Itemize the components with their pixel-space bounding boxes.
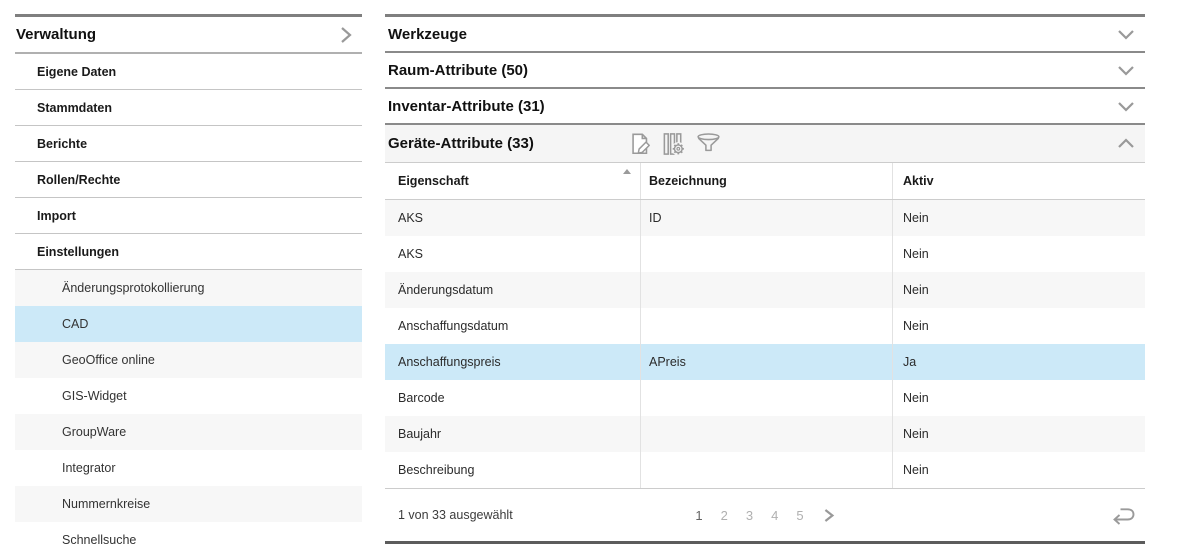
page-button-1[interactable]: 1 <box>695 508 702 523</box>
sidebar-nav: Eigene Daten Stammdaten Berichte Rollen/… <box>15 54 362 270</box>
cell-bezeichnung: APreis <box>640 344 892 380</box>
sidebar-subitem-schnellsuche[interactable]: Schnellsuche <box>15 522 362 558</box>
cell-eigenschaft: Barcode <box>385 380 640 416</box>
table-header-row: Eigenschaft Bezeichnung Aktiv <box>385 163 1145 200</box>
sidebar-subitem-aenderungsprotokollierung[interactable]: Änderungsprotokollierung <box>15 270 362 306</box>
sidebar-item-stammdaten[interactable]: Stammdaten <box>15 90 362 126</box>
cell-bezeichnung <box>640 272 892 308</box>
cell-aktiv: Ja <box>892 344 1145 380</box>
sidebar-subitem-nummernkreise[interactable]: Nummernkreise <box>15 486 362 522</box>
cell-bezeichnung <box>640 452 892 488</box>
table-row[interactable]: Baujahr Nein <box>385 416 1145 452</box>
section-title: Geräte-Attribute (33) <box>388 135 534 152</box>
table-row[interactable]: AKS Nein <box>385 236 1145 272</box>
table-footer: 1 von 33 ausgewählt 1 2 3 4 5 <box>385 489 1145 544</box>
sidebar-item-rollen-rechte[interactable]: Rollen/Rechte <box>15 162 362 198</box>
column-header-label: Eigenschaft <box>398 174 469 188</box>
sidebar-item-import[interactable]: Import <box>15 198 362 234</box>
return-icon[interactable] <box>1107 503 1137 527</box>
cell-aktiv: Nein <box>892 380 1145 416</box>
chevron-down-icon <box>1117 29 1135 40</box>
table-row[interactable]: Änderungsdatum Nein <box>385 272 1145 308</box>
sidebar-item-einstellungen[interactable]: Einstellungen <box>15 234 362 270</box>
app-root: Verwaltung Eigene Daten Stammdaten Beric… <box>0 0 1181 560</box>
sidebar-subitem-integrator[interactable]: Integrator <box>15 450 362 486</box>
chevron-right-icon <box>340 26 352 44</box>
chevron-up-icon <box>1117 138 1135 149</box>
table-row[interactable]: AKS ID Nein <box>385 200 1145 236</box>
cell-bezeichnung: ID <box>640 200 892 236</box>
main-panel: Werkzeuge Raum-Attribute (50) Inventar-A… <box>385 14 1145 544</box>
section-title: Werkzeuge <box>388 26 467 43</box>
section-toolbar <box>628 131 722 156</box>
table-body: AKS ID Nein AKS Nein Änderungsdatum Nein… <box>385 200 1145 489</box>
section-title: Raum-Attribute (50) <box>388 62 528 79</box>
cell-eigenschaft: Beschreibung <box>385 452 640 488</box>
sort-ascending-icon[interactable] <box>623 169 631 174</box>
section-title: Inventar-Attribute (31) <box>388 98 545 115</box>
cell-bezeichnung <box>640 236 892 272</box>
table-row[interactable]: Anschaffungsdatum Nein <box>385 308 1145 344</box>
selection-count: 1 von 33 ausgewählt <box>398 508 513 522</box>
cell-eigenschaft: Änderungsdatum <box>385 272 640 308</box>
section-geraete-attribute[interactable]: Geräte-Attribute (33) <box>385 125 1145 163</box>
table-row[interactable]: Beschreibung Nein <box>385 452 1145 488</box>
cell-aktiv: Nein <box>892 308 1145 344</box>
sidebar-subitem-cad[interactable]: CAD <box>15 306 362 342</box>
section-inventar-attribute[interactable]: Inventar-Attribute (31) <box>385 89 1145 125</box>
column-header-aktiv[interactable]: Aktiv <box>892 163 1145 199</box>
sidebar-header-verwaltung[interactable]: Verwaltung <box>15 17 362 54</box>
cell-aktiv: Nein <box>892 200 1145 236</box>
chevron-down-icon <box>1117 65 1135 76</box>
cell-aktiv: Nein <box>892 416 1145 452</box>
cell-eigenschaft: Anschaffungsdatum <box>385 308 640 344</box>
cell-eigenschaft: Baujahr <box>385 416 640 452</box>
section-werkzeuge[interactable]: Werkzeuge <box>385 17 1145 53</box>
sidebar: Verwaltung Eigene Daten Stammdaten Beric… <box>15 14 362 558</box>
sidebar-subitem-groupware[interactable]: GroupWare <box>15 414 362 450</box>
attribute-table: Eigenschaft Bezeichnung Aktiv AKS ID Nei… <box>385 163 1145 544</box>
page-button-5[interactable]: 5 <box>796 508 803 523</box>
page-button-2[interactable]: 2 <box>721 508 728 523</box>
column-header-eigenschaft[interactable]: Eigenschaft <box>385 163 640 199</box>
sidebar-subitem-gis-widget[interactable]: GIS-Widget <box>15 378 362 414</box>
page-button-3[interactable]: 3 <box>746 508 753 523</box>
cell-aktiv: Nein <box>892 272 1145 308</box>
chevron-down-icon <box>1117 101 1135 112</box>
edit-attribute-icon[interactable] <box>628 131 652 156</box>
sidebar-subitem-geooffice-online[interactable]: GeoOffice online <box>15 342 362 378</box>
cell-bezeichnung <box>640 380 892 416</box>
cell-eigenschaft: AKS <box>385 200 640 236</box>
sidebar-item-eigene-daten[interactable]: Eigene Daten <box>15 54 362 90</box>
sidebar-item-berichte[interactable]: Berichte <box>15 126 362 162</box>
next-page-icon[interactable] <box>824 508 835 523</box>
section-raum-attribute[interactable]: Raum-Attribute (50) <box>385 53 1145 89</box>
column-settings-icon[interactable] <box>661 131 686 156</box>
sidebar-subnav: Änderungsprotokollierung CAD GeoOffice o… <box>15 270 362 558</box>
cell-bezeichnung <box>640 416 892 452</box>
column-header-bezeichnung[interactable]: Bezeichnung <box>640 163 892 199</box>
cell-bezeichnung <box>640 308 892 344</box>
sidebar-title: Verwaltung <box>16 26 96 43</box>
pagination: 1 2 3 4 5 <box>695 508 834 523</box>
table-row-selected[interactable]: Anschaffungspreis APreis Ja <box>385 344 1145 380</box>
filter-icon[interactable] <box>695 131 722 156</box>
cell-eigenschaft: Anschaffungspreis <box>385 344 640 380</box>
page-button-4[interactable]: 4 <box>771 508 778 523</box>
cell-aktiv: Nein <box>892 452 1145 488</box>
cell-aktiv: Nein <box>892 236 1145 272</box>
table-row[interactable]: Barcode Nein <box>385 380 1145 416</box>
cell-eigenschaft: AKS <box>385 236 640 272</box>
